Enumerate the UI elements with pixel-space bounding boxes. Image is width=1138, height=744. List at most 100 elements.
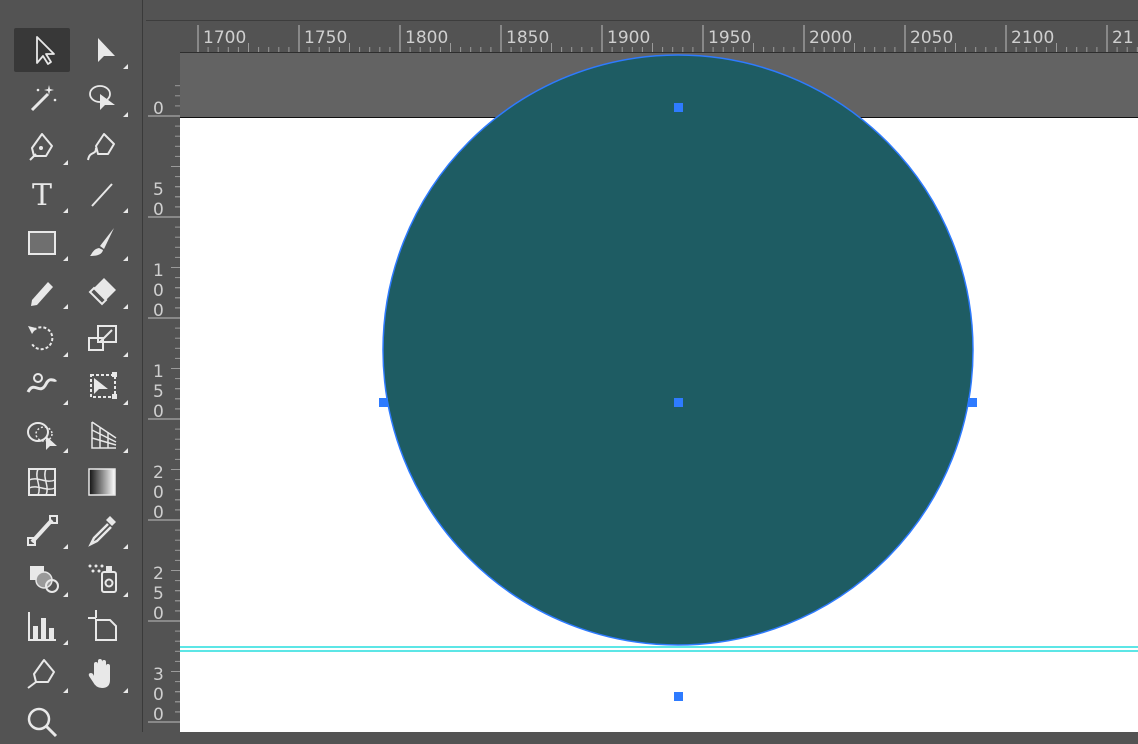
free-transform-icon [90, 372, 117, 399]
svg-text:1: 1 [153, 362, 164, 382]
eraser-tool[interactable] [74, 268, 130, 312]
ruler-label: 200 [153, 463, 164, 523]
flyout-indicator-icon [63, 688, 68, 693]
gradient-icon [88, 468, 116, 496]
line-segment-tool[interactable] [74, 172, 130, 216]
flyout-indicator-icon [123, 352, 128, 357]
flyout-indicator-icon [123, 208, 128, 213]
mesh-tool[interactable] [14, 460, 70, 504]
lasso-icon [89, 85, 115, 110]
svg-text:0: 0 [153, 685, 164, 705]
horizontal-ruler[interactable]: 1700 1750 1800 1850 1900 1950 2000 2050 2100 21 [146, 21, 1138, 53]
blend-tool[interactable] [14, 508, 70, 552]
magic-wand-tool[interactable] [14, 76, 70, 120]
selection-arrow-icon [36, 36, 55, 65]
artwork-layer[interactable] [180, 53, 1138, 732]
svg-text:0: 0 [153, 402, 164, 422]
zoom-tool[interactable] [14, 700, 70, 744]
anchor-handle-right[interactable] [968, 398, 977, 407]
ruler-label: 150 [153, 362, 164, 422]
live-paint-tool[interactable] [14, 556, 70, 600]
rotate-tool[interactable] [14, 316, 70, 360]
width-tool[interactable] [14, 364, 70, 408]
perspective-grid-tool[interactable] [74, 412, 130, 456]
column-graph-tool[interactable] [14, 604, 70, 648]
free-transform-tool[interactable] [74, 364, 130, 408]
anchor-handle-top[interactable] [674, 103, 683, 112]
flyout-indicator-icon [123, 256, 128, 261]
flyout-indicator-icon [123, 304, 128, 309]
flyout-indicator-icon [123, 448, 128, 453]
blend-icon [27, 515, 58, 546]
flyout-indicator-icon [123, 544, 128, 549]
anchor-pen-icon [27, 659, 55, 689]
rectangle-tool[interactable] [14, 220, 70, 264]
ellipse-shape[interactable] [382, 54, 974, 646]
svg-text:0: 0 [153, 503, 164, 523]
flyout-indicator-icon [63, 448, 68, 453]
svg-text:1: 1 [153, 261, 164, 281]
flyout-indicator-icon [123, 592, 128, 597]
svg-text:2: 2 [153, 463, 164, 483]
svg-text:0: 0 [153, 483, 164, 503]
type-icon: T [32, 178, 52, 213]
svg-text:0: 0 [153, 200, 164, 220]
center-point[interactable] [674, 398, 683, 407]
column-graph-icon [28, 612, 56, 641]
artboard-tool[interactable] [74, 604, 130, 648]
svg-text:0: 0 [153, 705, 164, 725]
shape-builder-tool[interactable] [14, 412, 70, 456]
anchor-point-tool[interactable] [14, 652, 70, 696]
flyout-indicator-icon [63, 208, 68, 213]
flyout-indicator-icon [123, 688, 128, 693]
svg-text:2: 2 [153, 564, 164, 584]
line-icon [91, 183, 113, 207]
anchor-handle-left[interactable] [379, 398, 388, 407]
type-tool[interactable]: T [14, 172, 70, 216]
curvature-tool[interactable] [74, 124, 130, 168]
selection-tool[interactable] [14, 28, 70, 72]
ruler-label: 2050 [910, 28, 953, 48]
anchor-handle-bottom[interactable] [674, 692, 683, 701]
pencil-tool[interactable] [14, 268, 70, 312]
control-bar [146, 0, 1138, 21]
flyout-indicator-icon [63, 544, 68, 549]
gradient-tool[interactable] [74, 460, 130, 504]
eyedropper-tool[interactable] [74, 508, 130, 552]
svg-text:T: T [32, 178, 52, 213]
horizontal-guide[interactable] [180, 646, 1138, 652]
ruler-label: 21 [1112, 28, 1134, 48]
symbol-sprayer-icon [88, 564, 117, 593]
brush-icon [90, 228, 114, 256]
hand-tool[interactable] [74, 652, 130, 696]
scale-tool[interactable] [74, 316, 130, 360]
ruler-label: 0 [153, 99, 164, 119]
ruler-label: 250 [153, 564, 164, 624]
flyout-indicator-icon [63, 256, 68, 261]
eyedropper-icon [88, 516, 116, 547]
symbol-sprayer-tool[interactable] [74, 556, 130, 600]
direct-selection-arrow-icon [98, 38, 115, 62]
svg-text:3: 3 [153, 665, 164, 685]
live-paint-icon [30, 566, 59, 593]
ruler-label: 1800 [405, 28, 448, 48]
flyout-indicator-icon [63, 400, 68, 405]
vertical-ruler[interactable]: 050100150200250300 [146, 52, 181, 732]
ruler-label: 2000 [809, 28, 852, 48]
scale-icon [88, 325, 117, 351]
svg-text:5: 5 [153, 584, 164, 604]
ruler-label: 1900 [607, 28, 650, 48]
ruler-label: 300 [153, 665, 164, 725]
direct-selection-tool[interactable] [74, 28, 130, 72]
mesh-icon [28, 468, 56, 496]
ruler-label: 100 [153, 261, 164, 321]
ruler-label: 1700 [203, 28, 246, 48]
svg-text:5: 5 [153, 180, 164, 200]
lasso-tool[interactable] [74, 76, 130, 120]
paintbrush-tool[interactable] [74, 220, 130, 264]
ruler-label: 50 [153, 180, 164, 220]
pen-tool[interactable] [14, 124, 70, 168]
svg-text:0: 0 [153, 99, 164, 119]
eraser-icon [88, 278, 116, 306]
tools-panel: T [0, 0, 143, 738]
